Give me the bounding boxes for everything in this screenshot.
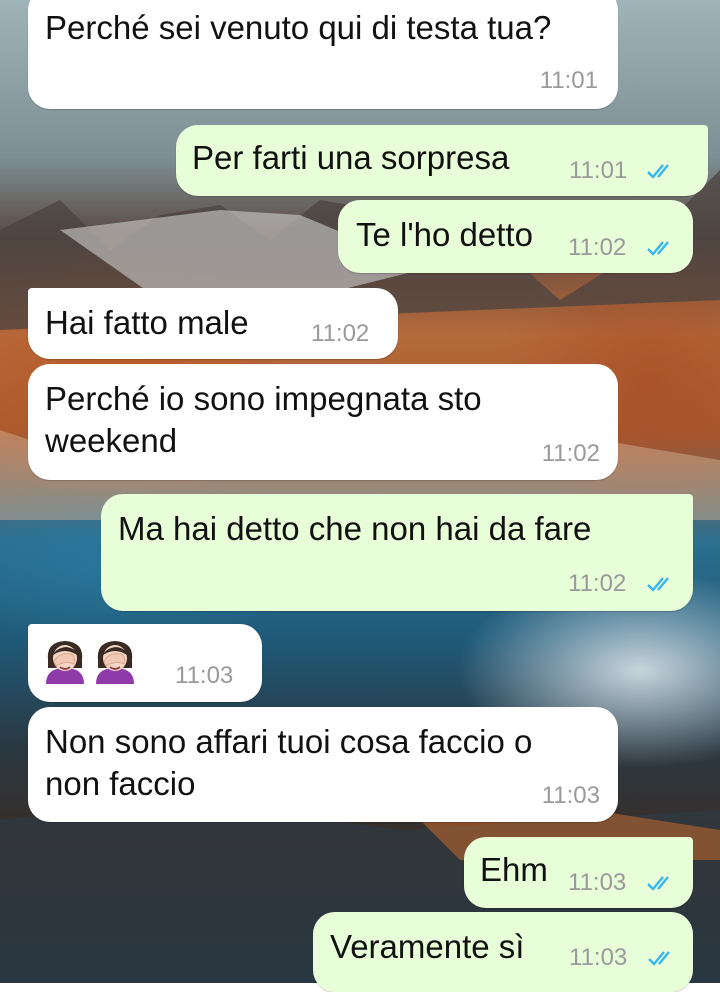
message-bubble-outgoing[interactable]: Per farti una sorpresa 11:01 (176, 125, 708, 196)
message-time: 11:01 (539, 67, 598, 94)
read-receipt-icon (648, 951, 670, 966)
emoji-row (42, 638, 142, 684)
message-bubble-outgoing[interactable]: Ehm 11:03 (464, 837, 693, 908)
message-bubble-incoming[interactable]: Hai fatto male 11:02 (28, 288, 398, 359)
message-text: Non sono affari tuoi cosa faccio o non f… (45, 723, 533, 802)
message-text: Perché io sono impegnata sto weekend (45, 380, 482, 459)
message-time: 11:03 (568, 869, 627, 896)
message-time: 11:02 (568, 570, 627, 597)
message-text: Hai fatto male (45, 304, 249, 341)
message-time: 11:02 (311, 320, 370, 347)
message-text: Per farti una sorpresa (192, 139, 510, 176)
read-receipt-icon (647, 577, 669, 592)
message-bubble-outgoing[interactable]: Veramente sì 11:03 (313, 912, 693, 992)
message-bubble-incoming[interactable]: 11:03 (28, 624, 262, 702)
message-time: 11:03 (569, 944, 628, 971)
message-bubble-outgoing[interactable]: Te l'ho detto 11:02 (338, 200, 693, 273)
woman-facepalming-icon (96, 641, 134, 684)
message-bubble-incoming[interactable]: Perché sei venuto qui di testa tua? 11:0… (28, 0, 618, 109)
message-time: 11:01 (569, 157, 628, 184)
message-time: 11:03 (541, 782, 600, 809)
message-time: 11:03 (175, 662, 234, 689)
message-bubble-incoming[interactable]: Non sono affari tuoi cosa faccio o non f… (28, 707, 618, 822)
message-text: Veramente sì (330, 928, 525, 965)
message-bubble-incoming[interactable]: Perché io sono impegnata sto weekend 11:… (28, 364, 618, 480)
message-bubble-outgoing[interactable]: Ma hai detto che non hai da fare 11:02 (101, 494, 693, 611)
message-time: 11:02 (568, 234, 627, 261)
read-receipt-icon (647, 876, 669, 891)
woman-facepalming-icon (46, 641, 84, 684)
message-text: Ma hai detto che non hai da fare (118, 510, 592, 547)
message-time: 11:02 (541, 440, 600, 467)
read-receipt-icon (647, 241, 669, 256)
read-receipt-icon (647, 164, 669, 179)
message-text: Perché sei venuto qui di testa tua? (45, 9, 552, 46)
message-text: Te l'ho detto (356, 216, 533, 253)
message-text: Ehm (480, 851, 548, 888)
